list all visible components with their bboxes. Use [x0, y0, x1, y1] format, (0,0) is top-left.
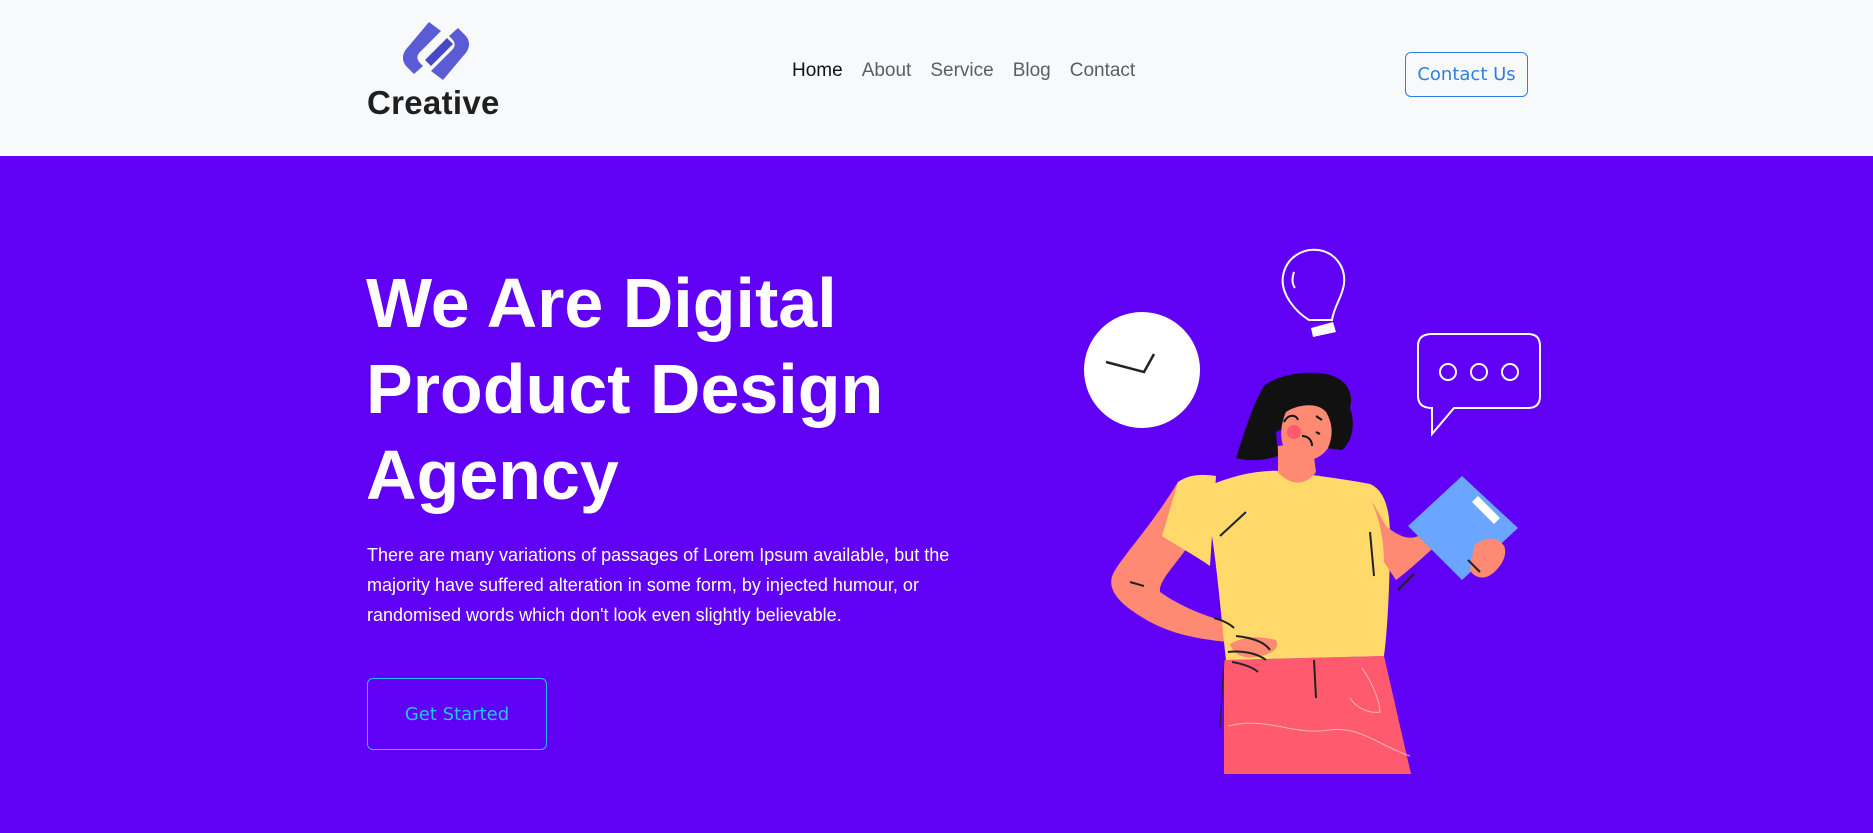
nav-item-blog[interactable]: Blog	[1013, 60, 1051, 82]
clock-icon	[1084, 312, 1200, 428]
book-icon	[1408, 476, 1518, 580]
chat-bubble-icon	[1417, 333, 1541, 437]
lightbulb-icon	[1281, 248, 1346, 337]
nav-item-service[interactable]: Service	[930, 60, 993, 82]
get-started-button[interactable]: Get Started	[367, 678, 547, 750]
brand-name: Creative	[367, 84, 500, 121]
nav-item-contact[interactable]: Contact	[1070, 60, 1135, 82]
hero-illustration	[1084, 248, 1541, 774]
chain-link-logo-icon	[403, 22, 469, 80]
contact-us-button[interactable]: Contact Us	[1405, 52, 1528, 97]
nav-item-home[interactable]: Home	[792, 60, 843, 82]
hero-description: There are many variations of passages of…	[367, 545, 950, 625]
main-nav: Home About Service Blog Contact	[792, 60, 1154, 82]
hero-section: We Are Digital Product Design Agency The…	[0, 156, 1873, 833]
brand[interactable]: Creative	[366, 22, 508, 122]
woman-figure	[1111, 372, 1518, 774]
site-header: Creative Home About Service Blog Contact…	[0, 0, 1873, 156]
hero-title: We Are Digital Product Design Agency	[366, 264, 884, 514]
nav-item-about[interactable]: About	[862, 60, 912, 82]
